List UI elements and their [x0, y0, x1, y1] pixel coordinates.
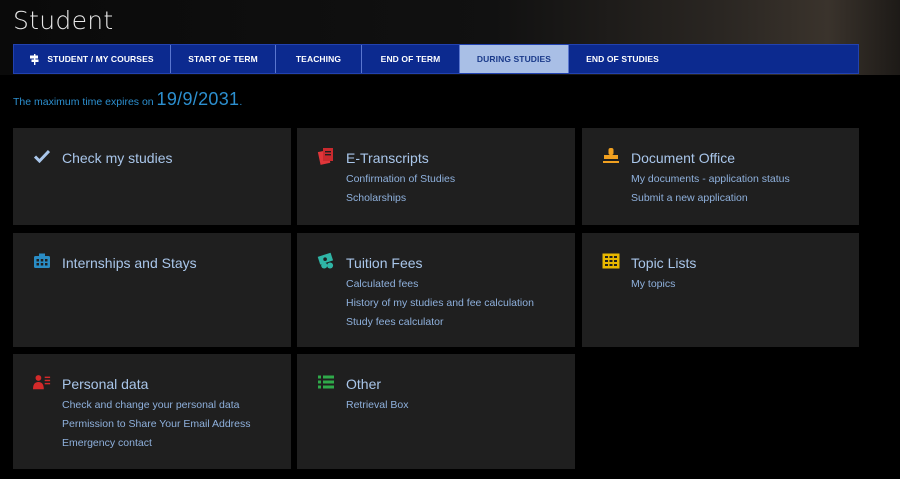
tab-label: Student / My Courses	[47, 54, 154, 64]
card-links: Retrieval Box	[346, 398, 408, 417]
tab-label: Start of Term	[188, 54, 258, 64]
card-title[interactable]: Topic Lists	[631, 255, 696, 271]
link-emergency-contact[interactable]: Emergency contact	[62, 436, 251, 455]
grid-list-icon	[602, 252, 620, 270]
card-links: Confirmation of Studies Scholarships	[346, 172, 455, 210]
expiry-notice: The maximum time expires on 19/9/2031.	[13, 89, 242, 110]
list-icon	[317, 373, 335, 391]
link-retrieval-box[interactable]: Retrieval Box	[346, 398, 408, 417]
card-topic-lists: Topic Lists My topics	[582, 233, 859, 347]
tab-label: Teaching	[295, 54, 342, 64]
card-title[interactable]: E-Transcripts	[346, 150, 429, 166]
card-title[interactable]: Personal data	[62, 376, 148, 392]
link-check-change-personal-data[interactable]: Check and change your personal data	[62, 398, 251, 417]
page: Student Student / My Courses Start of Te…	[0, 0, 900, 479]
tab-student-my-courses[interactable]: Student / My Courses	[14, 45, 171, 73]
card-personal-data: Personal data Check and change your pers…	[13, 354, 291, 469]
tab-end-of-studies[interactable]: End of Studies	[569, 45, 676, 73]
documents-icon	[317, 147, 335, 165]
money-icon	[317, 252, 335, 270]
link-submit-new-application[interactable]: Submit a new application	[631, 191, 790, 210]
link-study-fees-calculator[interactable]: Study fees calculator	[346, 315, 534, 334]
card-title[interactable]: Tuition Fees	[346, 255, 423, 271]
checkmark-icon	[33, 147, 51, 165]
person-card-icon	[33, 373, 51, 391]
tab-during-studies[interactable]: During Studies	[460, 45, 569, 73]
link-scholarships[interactable]: Scholarships	[346, 191, 455, 210]
expiry-date: 19/9/2031	[156, 89, 240, 109]
card-e-transcripts: E-Transcripts Confirmation of Studies Sc…	[297, 128, 575, 225]
link-calculated-fees[interactable]: Calculated fees	[346, 277, 534, 296]
link-my-documents-status[interactable]: My documents - application status	[631, 172, 790, 191]
tab-label: During Studies	[476, 54, 552, 64]
tab-teaching[interactable]: Teaching	[276, 45, 362, 73]
tab-start-of-term[interactable]: Start of Term	[171, 45, 276, 73]
card-links: My documents - application status Submit…	[631, 172, 790, 210]
card-title[interactable]: Internships and Stays	[62, 255, 197, 271]
card-internships-and-stays: Internships and Stays	[13, 233, 291, 347]
card-title[interactable]: Other	[346, 376, 381, 392]
card-check-my-studies: Check my studies	[13, 128, 291, 225]
card-tuition-fees: Tuition Fees Calculated fees History of …	[297, 233, 575, 347]
card-title[interactable]: Check my studies	[62, 150, 172, 166]
signpost-icon	[30, 53, 39, 65]
card-links: Calculated fees History of my studies an…	[346, 277, 534, 334]
link-confirmation-of-studies[interactable]: Confirmation of Studies	[346, 172, 455, 191]
building-icon	[33, 252, 51, 270]
tab-end-of-term[interactable]: End of Term	[362, 45, 460, 73]
tab-label: End of Studies	[586, 54, 659, 64]
card-links: Check and change your personal data Perm…	[62, 398, 251, 455]
link-my-topics[interactable]: My topics	[631, 277, 675, 296]
card-other: Other Retrieval Box	[297, 354, 575, 469]
expiry-prefix: The maximum time expires on	[13, 96, 157, 108]
link-history-fee-calculation[interactable]: History of my studies and fee calculatio…	[346, 296, 534, 315]
link-permission-share-email[interactable]: Permission to Share Your Email Address	[62, 417, 251, 436]
expiry-suffix: .	[239, 96, 243, 108]
section-tabbar: Student / My Courses Start of Term Teach…	[13, 44, 859, 74]
card-document-office: Document Office My documents - applicati…	[582, 128, 859, 225]
card-title[interactable]: Document Office	[631, 150, 735, 166]
card-links: My topics	[631, 277, 675, 296]
tab-label: End of Term	[380, 54, 441, 64]
stamp-icon	[602, 147, 620, 165]
page-title: Student	[13, 6, 114, 35]
